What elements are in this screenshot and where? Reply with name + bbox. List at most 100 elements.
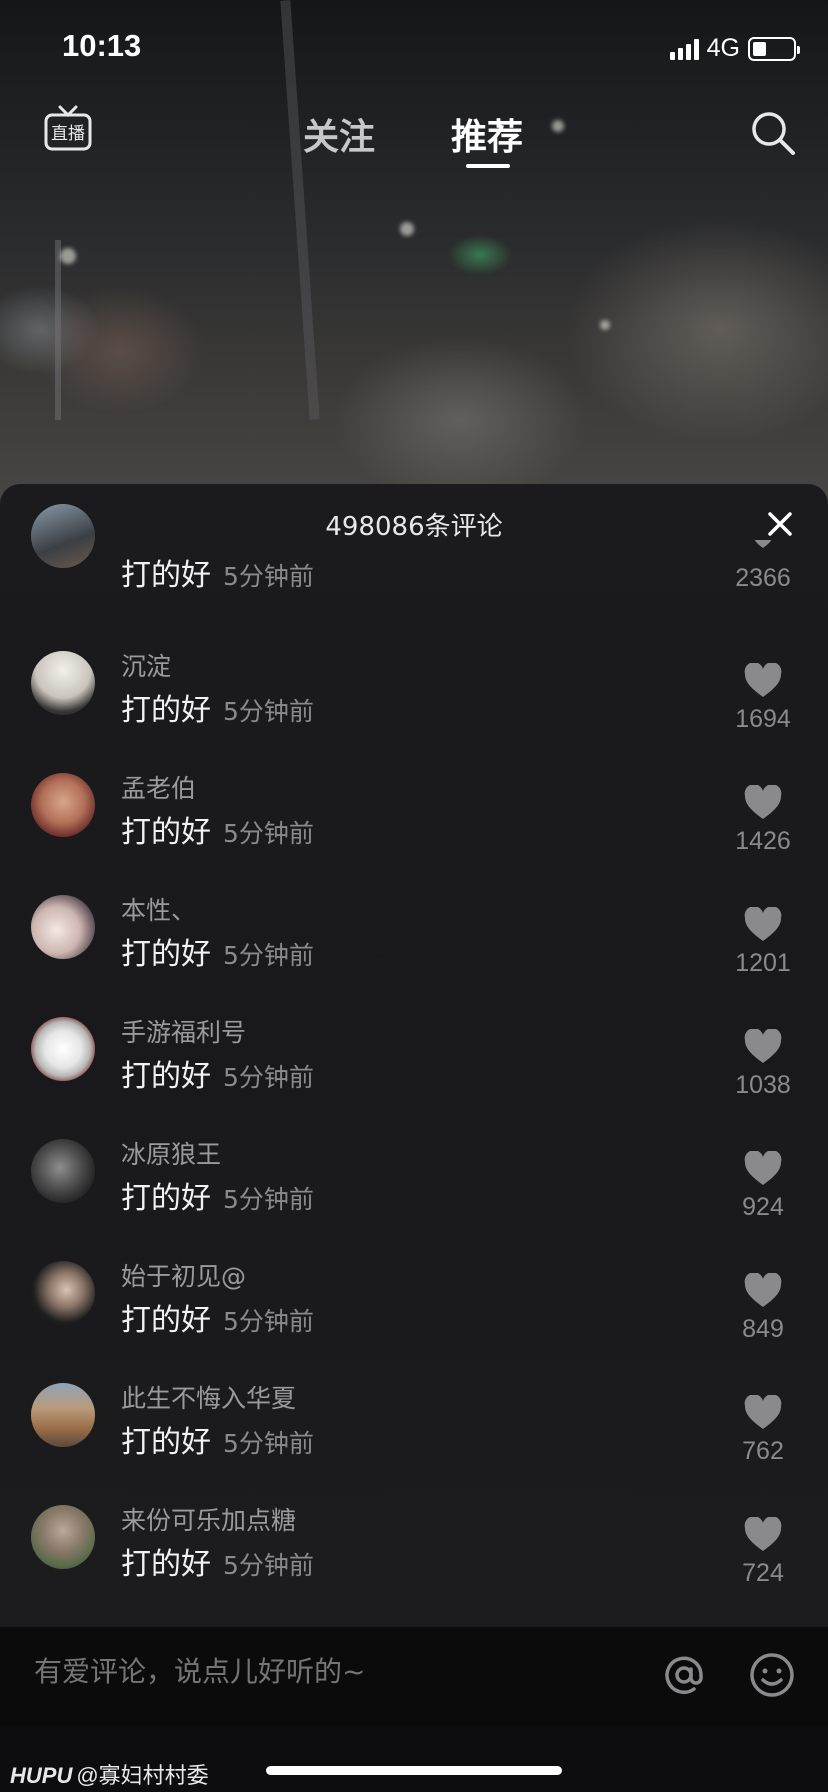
- heart-icon: [744, 1395, 782, 1429]
- comment-username[interactable]: 始于初见@: [121, 1257, 246, 1293]
- avatar[interactable]: [31, 651, 95, 715]
- comment-text: 打的好: [121, 815, 211, 850]
- heart-icon: [744, 1029, 782, 1063]
- avatar[interactable]: [31, 504, 95, 568]
- video-background[interactable]: [0, 0, 828, 520]
- like-button[interactable]: 1694: [728, 663, 798, 734]
- tab-recommended[interactable]: 推荐: [451, 108, 523, 160]
- network-type: 4G: [706, 34, 740, 62]
- comment-username[interactable]: 本性、: [121, 891, 196, 927]
- comment-sheet: 498086条评论 打的好 5分钟前 2366 沉淀 打的好 5分钟前 1694 孟…: [0, 484, 828, 1627]
- battery-icon: [748, 36, 800, 61]
- like-button[interactable]: 762: [728, 1395, 798, 1466]
- like-count: 1201: [735, 949, 791, 977]
- comment-text: 打的好: [121, 1425, 211, 1460]
- video-scene-light: [600, 320, 610, 330]
- comment-item[interactable]: 冰原狼王 打的好 5分钟前 924: [0, 1139, 828, 1261]
- watermark-brand: HUPU: [10, 1763, 73, 1788]
- comment-item[interactable]: 沉淀 打的好 5分钟前 1694: [0, 651, 828, 773]
- tab-follow[interactable]: 关注: [303, 108, 375, 160]
- comment-time: 5分钟前: [223, 1307, 314, 1336]
- video-scene-pole: [55, 240, 61, 420]
- avatar[interactable]: [31, 1139, 95, 1203]
- search-icon[interactable]: [748, 108, 798, 158]
- video-scene-light: [60, 248, 76, 264]
- comment-time: 5分钟前: [223, 562, 314, 591]
- comment-item[interactable]: 始于初见@ 打的好 5分钟前 849: [0, 1261, 828, 1383]
- comment-text: 打的好: [121, 1181, 211, 1216]
- comment-text-row: 打的好 5分钟前: [121, 550, 314, 594]
- comment-username[interactable]: 孟老伯: [121, 769, 196, 805]
- like-count: 724: [742, 1559, 784, 1587]
- comment-time: 5分钟前: [223, 819, 314, 848]
- comment-item[interactable]: 此生不悔入华夏 打的好 5分钟前 762: [0, 1383, 828, 1505]
- like-count: 1038: [735, 1071, 791, 1099]
- comment-username[interactable]: 手游福利号: [121, 1013, 246, 1049]
- comment-text: 打的好: [121, 1059, 211, 1094]
- like-button[interactable]: 2366: [728, 540, 798, 593]
- avatar[interactable]: [31, 1383, 95, 1447]
- comment-text-row: 打的好 5分钟前: [121, 1295, 314, 1339]
- comment-time: 5分钟前: [223, 941, 314, 970]
- like-button[interactable]: 1201: [728, 907, 798, 978]
- watermark: HUPU @寡妇村村委: [10, 1758, 209, 1790]
- comment-item[interactable]: 来份可乐加点糖 打的好 5分钟前 724: [0, 1505, 828, 1627]
- at-icon[interactable]: [660, 1651, 708, 1699]
- heart-icon: [744, 907, 782, 941]
- heart-icon: [744, 1273, 782, 1307]
- active-tab-indicator: [466, 164, 510, 168]
- comment-text-row: 打的好 5分钟前: [121, 807, 314, 851]
- comment-time: 5分钟前: [223, 1551, 314, 1580]
- heart-icon: [744, 785, 782, 819]
- like-button[interactable]: 1038: [728, 1029, 798, 1100]
- avatar[interactable]: [31, 895, 95, 959]
- emoji-icon[interactable]: [748, 1651, 796, 1699]
- like-count: 2366: [735, 564, 791, 592]
- comment-input[interactable]: [34, 1655, 594, 1688]
- avatar[interactable]: [31, 1505, 95, 1569]
- like-button[interactable]: 724: [728, 1517, 798, 1588]
- watermark-handle: @寡妇村村委: [76, 1763, 209, 1788]
- heart-icon: [744, 1151, 782, 1185]
- avatar[interactable]: [31, 1261, 95, 1325]
- like-count: 924: [742, 1193, 784, 1221]
- status-indicators: 4G: [669, 34, 800, 63]
- comment-item[interactable]: 手游福利号 打的好 5分钟前 1038: [0, 1017, 828, 1139]
- avatar[interactable]: [31, 773, 95, 837]
- signal-icon: [669, 38, 699, 60]
- like-count: 762: [742, 1437, 784, 1465]
- comment-text-row: 打的好 5分钟前: [121, 685, 314, 729]
- like-button[interactable]: 849: [728, 1273, 798, 1344]
- comment-time: 5分钟前: [223, 1185, 314, 1214]
- comment-username[interactable]: 来份可乐加点糖: [121, 1501, 296, 1537]
- comment-time: 5分钟前: [223, 1429, 314, 1458]
- comment-item[interactable]: 孟老伯 打的好 5分钟前 1426: [0, 773, 828, 895]
- video-scene-pole: [280, 0, 320, 420]
- comment-username[interactable]: 沉淀: [121, 647, 171, 683]
- like-count: 1426: [735, 827, 791, 855]
- comment-text-row: 打的好 5分钟前: [121, 929, 314, 973]
- comment-text: 打的好: [121, 1547, 211, 1582]
- comment-count-title: 498086条评论: [325, 512, 503, 542]
- heart-icon: [744, 1517, 782, 1551]
- comment-text-row: 打的好 5分钟前: [121, 1539, 314, 1583]
- comment-username[interactable]: 冰原狼王: [121, 1135, 221, 1171]
- comment-username[interactable]: 此生不悔入华夏: [121, 1379, 296, 1415]
- like-count: 1694: [735, 705, 791, 733]
- comment-input-bar: [0, 1627, 828, 1727]
- comment-text: 打的好: [121, 693, 211, 728]
- comment-item[interactable]: 本性、 打的好 5分钟前 1201: [0, 895, 828, 1017]
- like-button[interactable]: 924: [728, 1151, 798, 1222]
- comment-text: 打的好: [121, 558, 211, 593]
- home-indicator[interactable]: [266, 1766, 562, 1775]
- comment-text-row: 打的好 5分钟前: [121, 1173, 314, 1217]
- avatar[interactable]: [31, 1017, 95, 1081]
- comment-text: 打的好: [121, 1303, 211, 1338]
- like-count: 849: [742, 1315, 784, 1343]
- heart-icon: [744, 663, 782, 697]
- close-icon[interactable]: [760, 504, 800, 544]
- comment-text: 打的好: [121, 937, 211, 972]
- like-button[interactable]: 1426: [728, 785, 798, 856]
- comment-time: 5分钟前: [223, 697, 314, 726]
- top-tabs: 关注 推荐: [0, 108, 828, 178]
